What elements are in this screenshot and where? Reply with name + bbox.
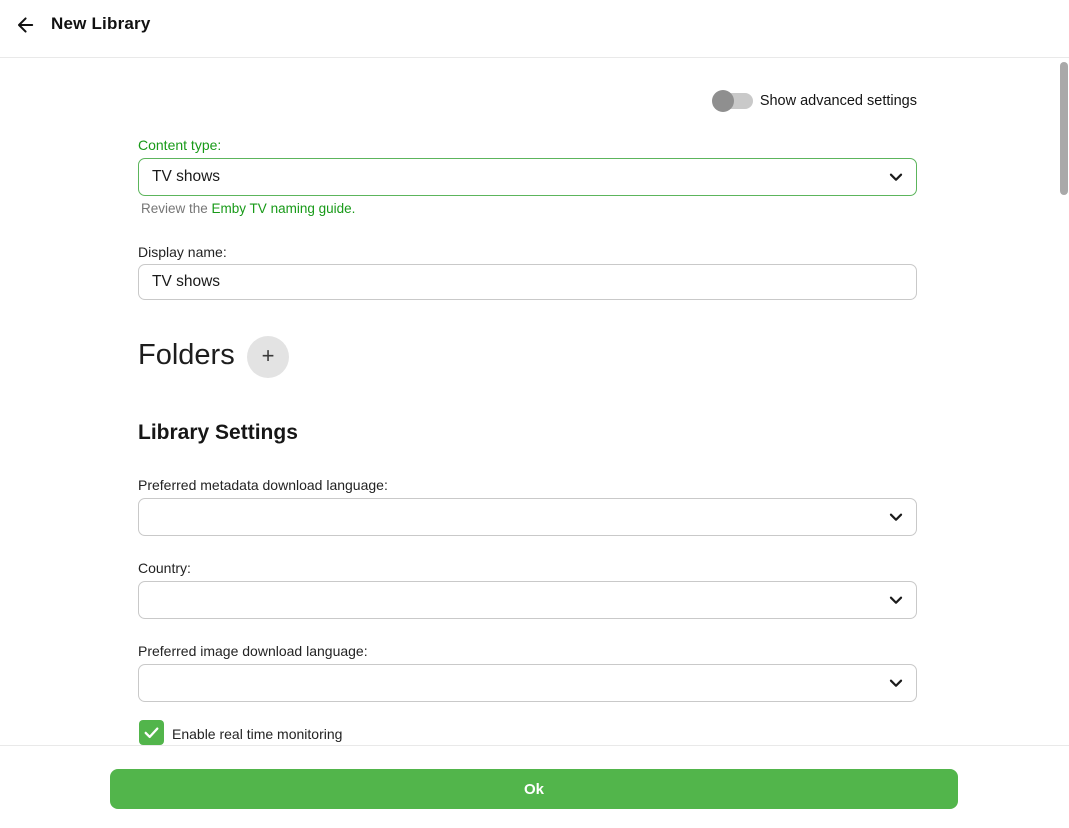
page-header: New Library — [0, 0, 1069, 58]
content-type-label: Content type: — [138, 137, 222, 153]
advanced-settings-label: Show advanced settings — [759, 93, 917, 109]
add-folder-button[interactable]: + — [247, 336, 289, 378]
realtime-monitoring-checkbox[interactable] — [139, 720, 164, 745]
chevron-down-icon — [885, 506, 907, 533]
toggle-knob — [712, 90, 734, 112]
library-settings-heading: Library Settings — [138, 421, 298, 444]
content-type-value: TV shows — [152, 168, 221, 185]
new-library-page: New Library Show advanced settings Conte… — [0, 0, 1069, 828]
image-language-label: Preferred image download language: — [138, 643, 368, 659]
vertical-scrollbar-thumb[interactable] — [1060, 62, 1068, 195]
plus-icon: + — [261, 342, 275, 368]
back-button[interactable] — [10, 10, 40, 40]
content-type-select[interactable]: TV shows — [138, 158, 917, 196]
form-footer: Ok — [0, 745, 1069, 828]
page-title: New Library — [51, 14, 151, 33]
metadata-language-label: Preferred metadata download language: — [138, 477, 388, 493]
metadata-language-select[interactable] — [138, 498, 917, 536]
ok-button[interactable]: Ok — [110, 769, 958, 809]
country-select[interactable] — [138, 581, 917, 619]
helper-prefix: Review the — [141, 201, 212, 216]
chevron-down-icon — [885, 589, 907, 616]
advanced-settings-toggle[interactable] — [712, 90, 753, 112]
display-name-label: Display name: — [138, 244, 227, 260]
arrow-left-icon — [13, 17, 37, 40]
realtime-monitoring-label: Enable real time monitoring — [172, 726, 343, 742]
helper-suffix: . — [351, 201, 356, 216]
chevron-down-icon — [885, 672, 907, 699]
chevron-down-icon — [885, 166, 907, 193]
folders-heading: Folders — [138, 339, 235, 371]
country-label: Country: — [138, 560, 191, 576]
naming-guide-link[interactable]: Emby TV naming guide — [212, 201, 352, 216]
content-type-helper: Review the Emby TV naming guide. — [141, 201, 355, 216]
display-name-input[interactable] — [138, 264, 917, 300]
image-language-select[interactable] — [138, 664, 917, 702]
